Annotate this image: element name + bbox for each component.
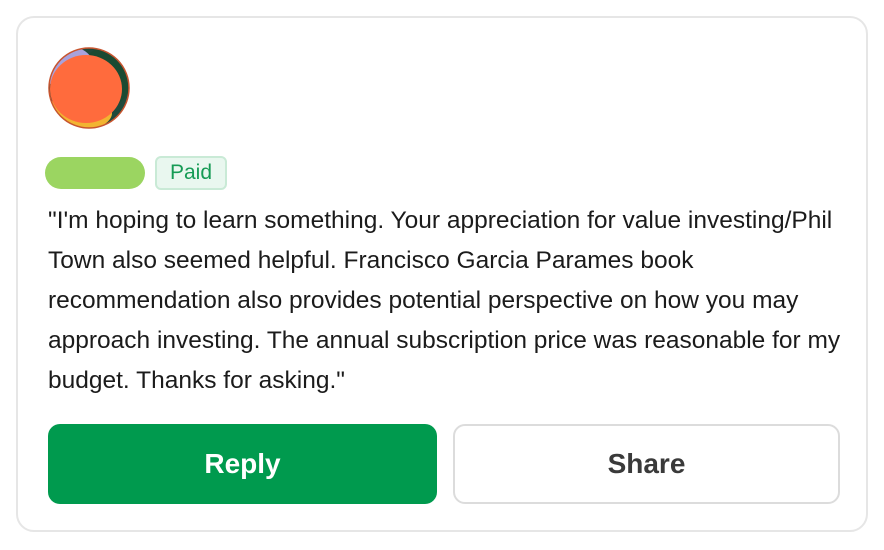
reply-button[interactable]: Reply xyxy=(48,424,437,504)
comment-text: "I'm hoping to learn something. Your app… xyxy=(48,207,841,394)
commenter-meta: Paid xyxy=(45,154,228,192)
avatar[interactable] xyxy=(48,47,130,129)
comment-card: Paid "I'm hoping to learn something. You… xyxy=(16,16,868,532)
abstract-avatar-icon xyxy=(48,47,130,129)
commenter-name-placeholder[interactable] xyxy=(45,157,145,189)
paid-badge: Paid xyxy=(155,156,228,190)
share-button[interactable]: Share xyxy=(453,424,840,504)
